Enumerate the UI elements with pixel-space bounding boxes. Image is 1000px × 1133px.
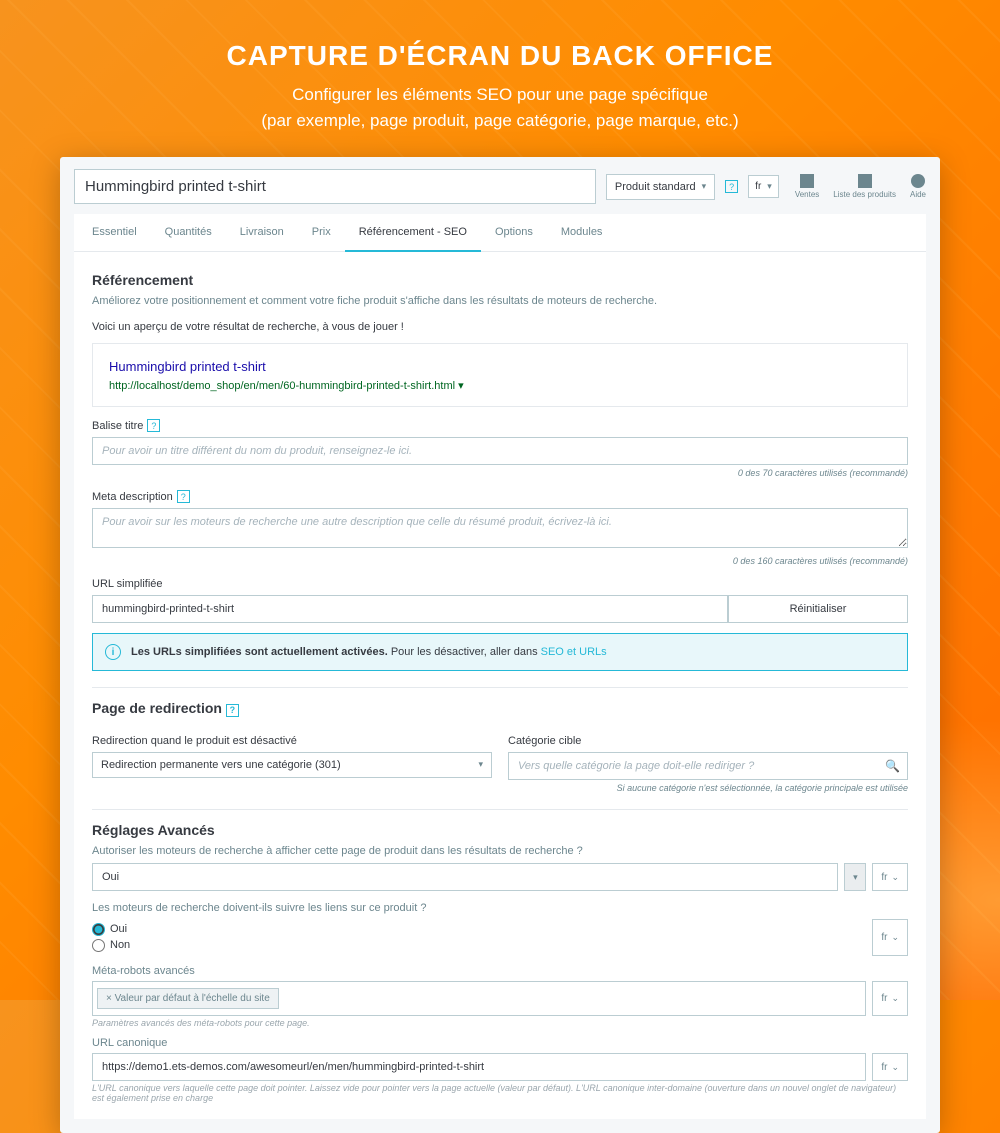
lang-value: fr	[755, 181, 761, 192]
question-icon	[911, 174, 925, 188]
tabs: EssentielQuantitésLivraisonPrixRéférence…	[74, 214, 926, 252]
reset-url-button[interactable]: Réinitialiser	[728, 595, 908, 623]
lang-select[interactable]: fr⌄	[872, 919, 908, 956]
sales-link[interactable]: Ventes	[795, 174, 819, 199]
tab-r-f-rencement-seo[interactable]: Référencement - SEO	[345, 214, 481, 252]
caret-icon: ▾	[478, 759, 483, 770]
tab-livraison[interactable]: Livraison	[226, 214, 298, 251]
robots-hint: Paramètres avancés des méta-robots pour …	[92, 1018, 908, 1028]
follow-links-label: Les moteurs de recherche doivent-ils sui…	[92, 901, 908, 916]
tab-options[interactable]: Options	[481, 214, 547, 251]
lang-select[interactable]: fr ▾	[748, 175, 779, 198]
serp-preview: Hummingbird printed t-shirt http://local…	[92, 343, 908, 407]
product-title-input[interactable]	[74, 169, 596, 204]
meta-robots-label: Méta-robots avancés	[92, 964, 908, 979]
help-link[interactable]: Aide	[910, 174, 926, 199]
product-type-value: Produit standard	[615, 181, 696, 193]
alert-bold: Les URLs simplifiées sont actuellement a…	[131, 646, 388, 658]
friendly-url-alert: i Les URLs simplifiées sont actuellement…	[92, 633, 908, 671]
canonical-label: URL canonique	[92, 1036, 908, 1051]
title-tag-input[interactable]	[92, 437, 908, 465]
chevron-down-icon: ⌄	[891, 1062, 899, 1073]
meta-desc-hint: 0 des 160 caractères utilisés (recommand…	[92, 556, 908, 566]
caret-icon: ▾	[458, 380, 464, 392]
hero-line2: (par exemple, page produit, page catégor…	[60, 108, 940, 134]
list-icon	[858, 174, 872, 188]
meta-desc-label: Meta description	[92, 491, 173, 503]
chevron-down-icon: ⌄	[891, 993, 899, 1004]
lang-select[interactable]: fr⌄	[872, 863, 908, 891]
help-icon[interactable]: ?	[177, 490, 190, 503]
caret-icon: ▾	[702, 181, 707, 192]
canonical-url-input[interactable]	[92, 1053, 866, 1081]
title-tag-label: Balise titre	[92, 420, 143, 432]
tab-quantit-s[interactable]: Quantités	[151, 214, 226, 251]
meta-desc-input[interactable]	[92, 508, 908, 548]
tab-modules[interactable]: Modules	[547, 214, 617, 251]
hero-title: CAPTURE D'ÉCRAN DU BACK OFFICE	[60, 40, 940, 72]
canonical-hint: L'URL canonique vers laquelle cette page…	[92, 1083, 908, 1103]
lang-select[interactable]: fr⌄	[872, 1053, 908, 1081]
help-icon[interactable]: ?	[725, 180, 738, 193]
allow-index-select[interactable]	[92, 863, 838, 891]
preview-label: Voici un aperçu de votre résultat de rec…	[92, 321, 908, 333]
seo-intro: Améliorez votre positionnement et commen…	[92, 294, 908, 309]
follow-no-radio[interactable]: Non	[92, 939, 866, 952]
serp-title[interactable]: Hummingbird printed t-shirt	[109, 359, 266, 374]
help-icon[interactable]: ?	[226, 704, 239, 717]
hero-line1: Configurer les éléments SEO pour une pag…	[60, 82, 940, 108]
header-icons: Ventes Liste des produits Aide	[795, 174, 926, 199]
topbar: Produit standard ▾ ? fr ▾ Ventes Liste des…	[60, 157, 940, 214]
tab-essentiel[interactable]: Essentiel	[78, 214, 151, 251]
chevron-down-icon: ⌄	[891, 872, 899, 883]
seo-heading: Référencement	[92, 272, 908, 288]
redirect-note: Si aucune catégorie n'est sélectionnée, …	[92, 783, 908, 793]
redirect-target-input[interactable]	[508, 752, 908, 780]
redirect-heading: Page de redirection	[92, 700, 222, 716]
backoffice-panel: Produit standard ▾ ? fr ▾ Ventes Liste des…	[60, 157, 940, 1133]
alert-text: Pour les désactiver, aller dans	[388, 646, 541, 658]
redirect-when-label: Redirection quand le produit est désacti…	[92, 735, 492, 747]
robots-default-chip[interactable]: × Valeur par défaut à l'échelle du site	[97, 988, 279, 1009]
tab-prix[interactable]: Prix	[298, 214, 345, 251]
friendly-url-label: URL simplifiée	[92, 578, 908, 590]
lang-select[interactable]: fr⌄	[872, 981, 908, 1016]
redirect-type-select[interactable]: Redirection permanente vers une catégori…	[92, 752, 492, 778]
seo-urls-link[interactable]: SEO et URLs	[541, 646, 607, 658]
advanced-heading: Réglages Avancés	[92, 822, 908, 838]
friendly-url-input[interactable]	[92, 595, 728, 623]
product-type-select[interactable]: Produit standard ▾	[606, 174, 715, 200]
title-tag-hint: 0 des 70 caractères utilisés (recommandé…	[92, 468, 908, 478]
info-icon: i	[105, 644, 121, 660]
chevron-down-icon: ⌄	[891, 932, 899, 943]
allow-index-label: Autoriser les moteurs de recherche à aff…	[92, 844, 908, 859]
serp-url: http://localhost/demo_shop/en/men/60-hum…	[109, 380, 455, 392]
search-icon: 🔍	[885, 759, 900, 773]
help-icon[interactable]: ?	[147, 419, 160, 432]
redirect-type-value: Redirection permanente vers une catégori…	[101, 759, 341, 771]
bar-chart-icon	[800, 174, 814, 188]
product-list-link[interactable]: Liste des produits	[833, 174, 896, 199]
follow-yes-radio[interactable]: Oui	[92, 923, 866, 936]
redirect-target-label: Catégorie cible	[508, 735, 908, 747]
caret-icon: ▾	[767, 181, 772, 192]
dropdown-toggle[interactable]: ▾	[844, 863, 866, 891]
